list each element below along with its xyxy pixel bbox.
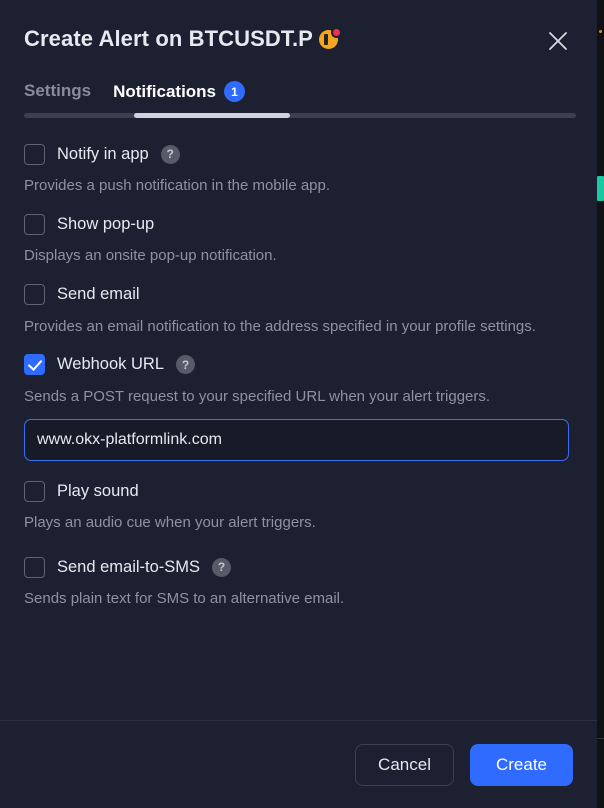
tab-notifications[interactable]: Notifications 1 bbox=[113, 78, 246, 102]
option-description-show-popup: Displays an onsite pop-up notification. bbox=[24, 247, 277, 265]
notifications-options-list: Notify in app ? Provides a push notifica… bbox=[0, 124, 597, 720]
checkbox-webhook-url[interactable] bbox=[24, 354, 45, 376]
option-send-email-to-sms: Send email-to-SMS ? Sends plain text for… bbox=[24, 555, 573, 609]
checkbox-show-popup[interactable] bbox=[24, 213, 45, 235]
close-button[interactable] bbox=[541, 24, 575, 58]
option-label-send-email: Send email bbox=[57, 285, 140, 303]
tab-settings[interactable]: Settings bbox=[24, 78, 91, 101]
symbol-icon-group bbox=[318, 27, 344, 49]
help-icon[interactable]: ? bbox=[176, 355, 196, 375]
option-label-play-sound: Play sound bbox=[57, 481, 139, 500]
tab-active-indicator bbox=[134, 113, 290, 118]
option-webhook-url: Webhook URL ? Sends a POST request to yo… bbox=[24, 353, 573, 461]
close-icon bbox=[549, 32, 567, 50]
tab-settings-label: Settings bbox=[24, 81, 92, 100]
tab-bar: Settings Notifications 1 bbox=[0, 78, 597, 124]
dialog-title-text: Create Alert on BTCUSDT.P bbox=[24, 26, 313, 51]
page-title: Create Alert on BTCUSDT.P bbox=[24, 26, 344, 52]
cancel-button[interactable]: Cancel bbox=[355, 743, 454, 786]
option-label-send-email-to-sms: Send email-to-SMS bbox=[57, 557, 201, 576]
red-dot-badge-icon bbox=[330, 27, 342, 38]
create-alert-dialog: Create Alert on BTCUSDT.P Settings Notif… bbox=[0, 0, 597, 808]
option-description-notify-in-app: Provides a push notification in the mobi… bbox=[24, 177, 331, 194]
option-description-webhook-url: Sends a POST request to your specified U… bbox=[24, 387, 491, 405]
tab-notifications-badge: 1 bbox=[224, 81, 246, 102]
option-description-send-email-to-sms: Sends plain text for SMS to an alternati… bbox=[24, 590, 345, 608]
option-show-popup: Show pop-up Displays an onsite pop-up no… bbox=[24, 212, 573, 266]
option-play-sound: Play sound Plays an audio cue when your … bbox=[24, 479, 573, 533]
background-teal-marker bbox=[597, 176, 604, 201]
option-label-notify-in-app: Notify in app bbox=[57, 144, 149, 163]
option-label-webhook-url: Webhook URL bbox=[57, 355, 165, 374]
checkbox-play-sound[interactable] bbox=[24, 480, 45, 502]
dialog-header: Create Alert on BTCUSDT.P bbox=[0, 0, 597, 78]
help-icon[interactable]: ? bbox=[212, 557, 232, 577]
checkbox-send-email[interactable] bbox=[24, 284, 45, 305]
create-button[interactable]: Create bbox=[469, 743, 573, 786]
background-orange-dot bbox=[599, 30, 602, 33]
option-description-send-email: Provides an email notification to the ad… bbox=[24, 317, 536, 335]
option-description-play-sound: Plays an audio cue when your alert trigg… bbox=[24, 514, 316, 531]
tab-track bbox=[24, 113, 576, 118]
option-label-show-popup: Show pop-up bbox=[57, 214, 155, 233]
tab-notifications-label: Notifications bbox=[113, 81, 217, 101]
option-notify-in-app: Notify in app ? Provides a push notifica… bbox=[24, 142, 573, 196]
checkbox-send-email-to-sms[interactable] bbox=[24, 556, 45, 578]
checkbox-notify-in-app[interactable] bbox=[24, 143, 45, 165]
webhook-url-input[interactable] bbox=[24, 419, 569, 461]
option-send-email: Send email Provides an email notificatio… bbox=[24, 283, 573, 337]
dialog-footer: Cancel Create bbox=[0, 720, 597, 808]
help-icon[interactable]: ? bbox=[160, 144, 180, 164]
